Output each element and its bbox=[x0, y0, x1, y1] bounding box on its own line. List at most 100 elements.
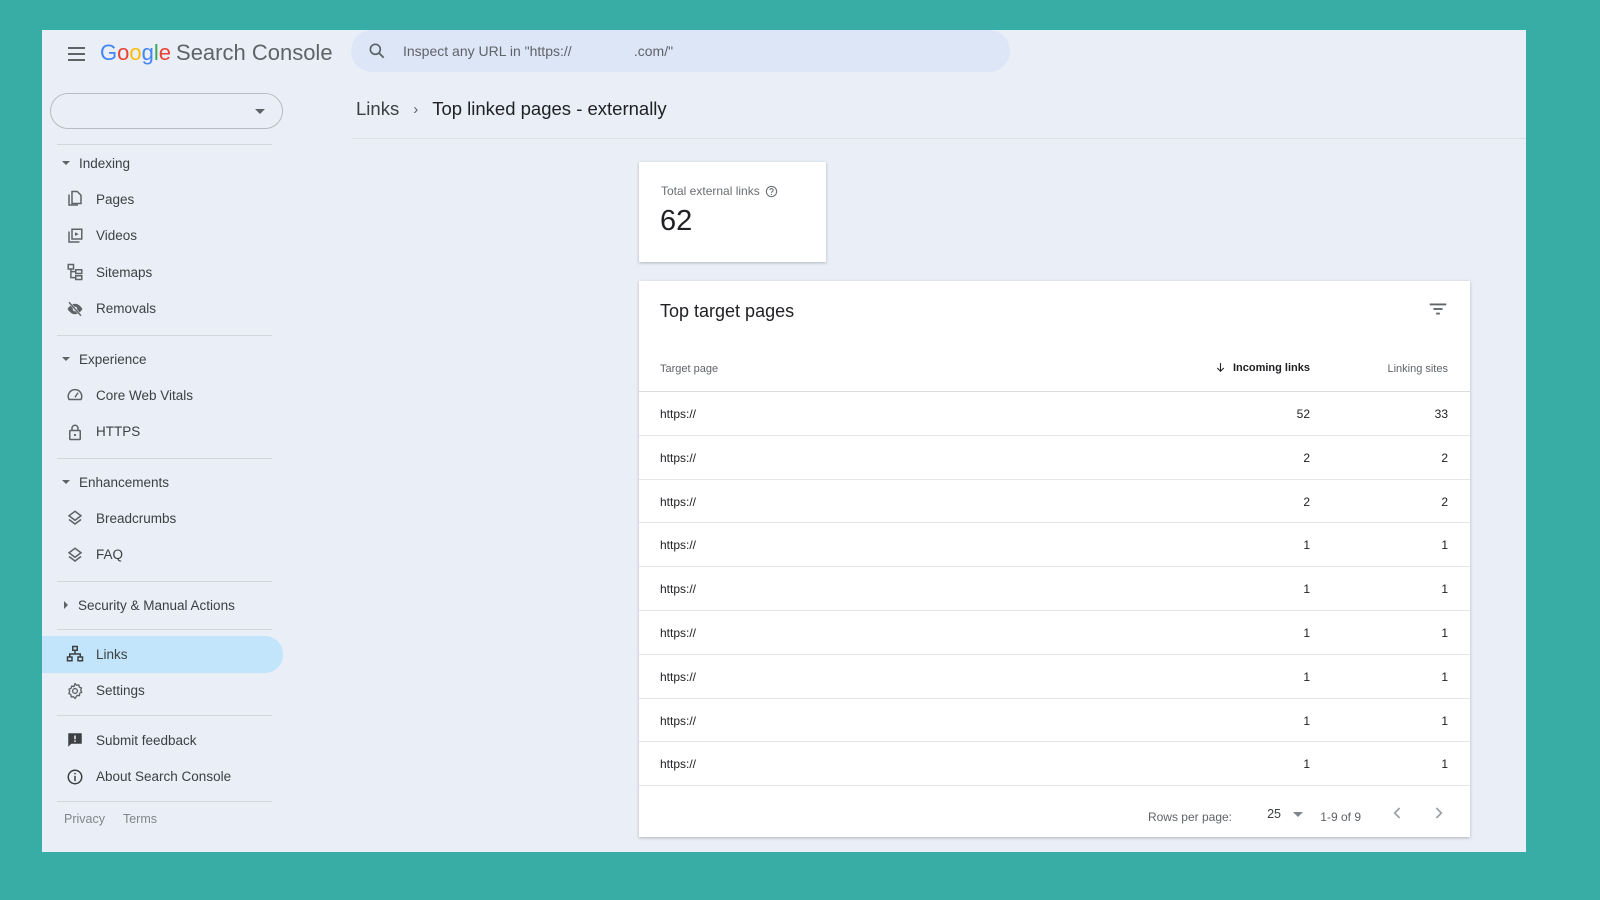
table-row[interactable]: https:// 52 33 bbox=[639, 392, 1470, 436]
nav-label: About Search Console bbox=[96, 769, 232, 785]
cell-linking-sites: 2 bbox=[1441, 450, 1448, 465]
footer-links: Privacy Terms bbox=[42, 802, 287, 826]
table-row[interactable]: https:// 2 2 bbox=[639, 436, 1470, 480]
cell-linking-sites: 2 bbox=[1441, 494, 1448, 509]
hamburger-menu-icon[interactable] bbox=[64, 42, 88, 66]
sidebar-item-https[interactable]: HTTPS bbox=[42, 414, 283, 451]
rows-per-page-select[interactable]: 25 bbox=[1267, 807, 1303, 821]
column-header-linking-sites[interactable]: Linking sites bbox=[1387, 363, 1448, 375]
cell-linking-sites: 1 bbox=[1441, 582, 1448, 597]
app-logo[interactable]: Google Search Console bbox=[100, 40, 333, 66]
cell-target-page: https:// bbox=[660, 450, 697, 465]
sidebar-item-videos[interactable]: Videos bbox=[42, 218, 283, 255]
divider bbox=[352, 138, 1526, 139]
filter-icon[interactable] bbox=[1426, 297, 1450, 321]
section-experience[interactable]: Experience bbox=[42, 341, 287, 377]
sidebar-item-settings[interactable]: Settings bbox=[42, 673, 283, 710]
caret-down-icon bbox=[62, 161, 70, 165]
cell-linking-sites: 1 bbox=[1441, 538, 1448, 553]
gear-icon bbox=[66, 682, 84, 700]
section-label: Experience bbox=[79, 351, 147, 367]
sidebar-item-links[interactable]: Links bbox=[42, 636, 283, 673]
sidebar-item-breadcrumbs[interactable]: Breadcrumbs bbox=[42, 500, 283, 537]
table-row[interactable]: https:// 1 1 bbox=[639, 567, 1470, 611]
caret-down-icon bbox=[62, 480, 70, 484]
column-header-label: Incoming links bbox=[1232, 361, 1310, 374]
table-row[interactable]: https:// 2 2 bbox=[639, 480, 1470, 524]
nav-label: Videos bbox=[96, 228, 138, 244]
column-header-incoming-links[interactable]: Incoming links bbox=[1214, 361, 1310, 374]
cell-target-page: https:// bbox=[660, 625, 697, 640]
url-inspection-input[interactable] bbox=[403, 43, 963, 59]
cell-incoming-links: 1 bbox=[1303, 669, 1310, 684]
cell-linking-sites: 33 bbox=[1434, 407, 1448, 421]
privacy-link[interactable]: Privacy bbox=[64, 812, 105, 826]
sidebar-nav: Indexing Pages Videos Sitemaps Removals … bbox=[42, 144, 287, 826]
rows-per-page-value: 25 bbox=[1267, 807, 1281, 821]
divider bbox=[57, 629, 272, 630]
help-icon[interactable] bbox=[765, 185, 778, 198]
cell-linking-sites: 1 bbox=[1441, 713, 1448, 728]
terms-link[interactable]: Terms bbox=[123, 812, 157, 826]
sidebar-item-sitemaps[interactable]: Sitemaps bbox=[42, 254, 283, 291]
table-header: Target page Incoming links Linking sites bbox=[639, 343, 1470, 392]
nav-label: Sitemaps bbox=[96, 264, 153, 280]
cell-target-page: https:// bbox=[660, 713, 697, 728]
sitemaps-icon bbox=[66, 263, 84, 281]
cell-incoming-links: 1 bbox=[1303, 625, 1310, 640]
breadcrumb: Links › Top linked pages - externally bbox=[356, 98, 667, 120]
chevron-left-icon[interactable] bbox=[1388, 803, 1408, 823]
pagination: Rows per page: 25 1-9 of 9 bbox=[639, 787, 1470, 837]
chevron-right-icon[interactable] bbox=[1428, 803, 1448, 823]
page-range: 1-9 of 9 bbox=[1320, 810, 1361, 824]
cell-target-page: https:// bbox=[660, 407, 697, 421]
section-enhancements[interactable]: Enhancements bbox=[42, 464, 287, 500]
table-row[interactable]: https:// 1 1 bbox=[639, 523, 1470, 568]
cell-linking-sites: 1 bbox=[1441, 669, 1448, 684]
sidebar-item-removals[interactable]: Removals bbox=[42, 291, 283, 328]
nav-label: Breadcrumbs bbox=[96, 510, 177, 526]
sidebar-item-faq[interactable]: FAQ bbox=[42, 537, 283, 574]
sidebar-item-core-web-vitals[interactable]: Core Web Vitals bbox=[42, 377, 283, 414]
caret-right-icon bbox=[64, 601, 68, 609]
nav-label: Pages bbox=[96, 191, 135, 207]
sidebar-item-pages[interactable]: Pages bbox=[42, 181, 283, 218]
stat-label-text: Total external links bbox=[661, 184, 760, 198]
divider bbox=[57, 581, 272, 582]
cell-linking-sites: 1 bbox=[1441, 757, 1448, 772]
videos-icon bbox=[66, 227, 84, 245]
nav-label: Submit feedback bbox=[96, 732, 197, 748]
column-header-target-page[interactable]: Target page bbox=[660, 363, 718, 375]
breadcrumb-links[interactable]: Links bbox=[356, 98, 399, 120]
links-icon bbox=[66, 645, 84, 663]
cell-target-page: https:// bbox=[660, 669, 697, 684]
property-selector[interactable] bbox=[50, 93, 283, 129]
logo-letter: o bbox=[117, 40, 130, 65]
table-row[interactable]: https:// 1 1 bbox=[639, 699, 1470, 743]
cell-incoming-links: 2 bbox=[1303, 450, 1310, 465]
stat-value: 62 bbox=[660, 205, 693, 237]
lock-icon bbox=[66, 423, 84, 441]
table-row[interactable]: https:// 1 1 bbox=[639, 611, 1470, 655]
sidebar-item-submit-feedback[interactable]: Submit feedback bbox=[42, 722, 283, 759]
nav-label: FAQ bbox=[96, 547, 124, 563]
rows-per-page-label: Rows per page: bbox=[1147, 810, 1232, 824]
table-row[interactable]: https:// 1 1 bbox=[639, 742, 1470, 787]
section-indexing[interactable]: Indexing bbox=[42, 145, 287, 181]
cell-linking-sites: 1 bbox=[1441, 625, 1448, 640]
page-title: Top linked pages - externally bbox=[432, 98, 667, 119]
layers-icon bbox=[66, 546, 84, 564]
table-row[interactable]: https:// 1 1 bbox=[639, 655, 1470, 699]
cell-incoming-links: 2 bbox=[1303, 494, 1310, 509]
url-inspection-search[interactable] bbox=[351, 30, 1010, 72]
nav-label: Removals bbox=[96, 301, 157, 317]
section-security-manual-actions[interactable]: Security & Manual Actions bbox=[42, 587, 287, 623]
table-body: https:// 52 33 https:// 2 2 https:// 2 2 https… bbox=[639, 392, 1470, 787]
cell-incoming-links: 1 bbox=[1303, 582, 1310, 597]
pages-icon bbox=[66, 190, 84, 208]
nav-label: Links bbox=[96, 646, 128, 662]
sidebar-item-about[interactable]: About Search Console bbox=[42, 759, 283, 796]
divider bbox=[57, 335, 272, 336]
search-icon bbox=[369, 43, 385, 59]
total-external-links-card: Total external links 62 bbox=[639, 162, 826, 262]
